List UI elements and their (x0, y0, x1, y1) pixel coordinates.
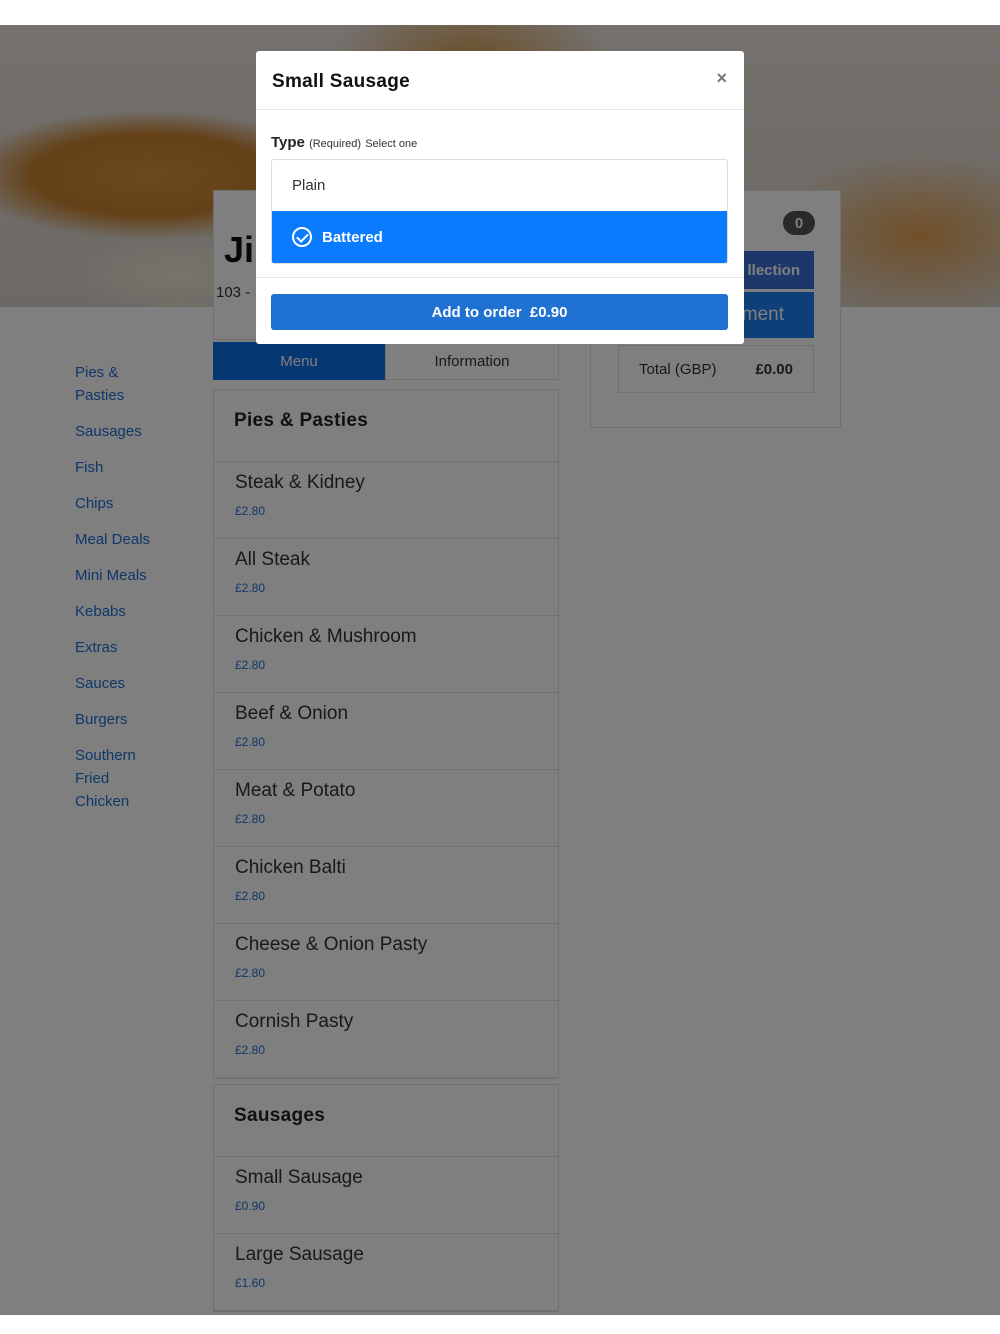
type-hint: Select one (365, 138, 418, 150)
page: Pies & Pasties Sausages Fish Chips Meal … (0, 25, 1000, 1315)
option-battered[interactable]: Battered (272, 211, 727, 263)
option-label: Plain (292, 177, 326, 194)
modal-header: Small Sausage × (256, 51, 744, 110)
type-field-label: Type (Required) Select one (271, 134, 417, 151)
type-options-list: Plain Battered (271, 159, 728, 264)
modal-footer: Add to order £0.90 (256, 277, 744, 344)
type-label: Type (271, 134, 305, 151)
item-options-modal: Small Sausage × Type (Required) Select o… (256, 51, 744, 344)
type-required-note: (Required) (309, 138, 362, 150)
close-icon[interactable]: × (716, 68, 727, 89)
modal-title: Small Sausage (272, 71, 411, 92)
option-plain[interactable]: Plain (272, 160, 727, 211)
option-label: Battered (322, 228, 383, 246)
check-circle-icon (292, 227, 312, 247)
add-to-order-button[interactable]: Add to order £0.90 (271, 294, 728, 330)
